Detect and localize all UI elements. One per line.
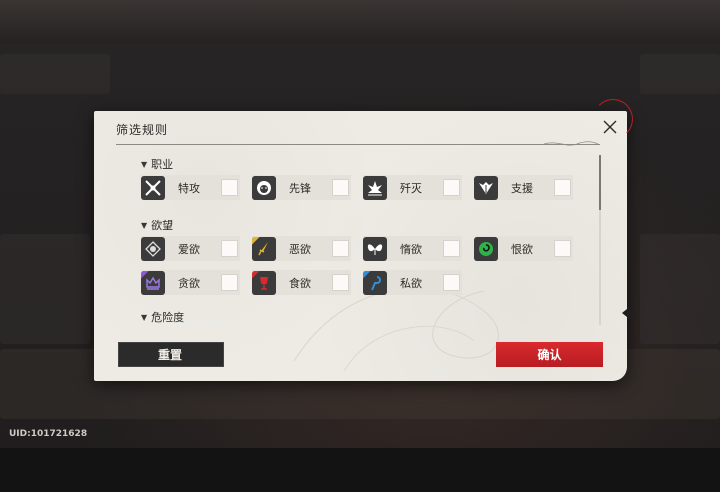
section-heading-profession[interactable]: ▼ 职业 xyxy=(141,156,173,172)
filter-option-eyu[interactable]: 恶欲 xyxy=(252,236,351,261)
background-bottom-bar xyxy=(0,448,720,492)
checkbox[interactable] xyxy=(443,179,460,196)
filter-option-henyu[interactable]: 恨欲 xyxy=(474,236,573,261)
checkbox[interactable] xyxy=(332,240,349,257)
filter-scroll-area[interactable]: ▼ 职业 特攻 先锋 歼灭 支援 ▼ 欲望 爱欲 恶欲 惰欲 恨欲 贪欲 食欲 … xyxy=(134,153,599,323)
checkbox[interactable] xyxy=(332,179,349,196)
checkbox[interactable] xyxy=(221,274,238,291)
spiral-icon xyxy=(474,236,498,261)
filter-option-duoyu[interactable]: 惰欲 xyxy=(363,236,462,261)
close-button[interactable] xyxy=(603,119,617,134)
filter-option-tanyu[interactable]: 贪欲 xyxy=(141,270,240,295)
chevron-down-icon: ▼ xyxy=(141,159,148,169)
goblet-icon xyxy=(252,270,276,295)
filter-option-teigong[interactable]: 特攻 xyxy=(141,175,240,200)
checkbox[interactable] xyxy=(443,274,460,291)
uid-label: UID:101721628 xyxy=(9,429,88,439)
checkbox[interactable] xyxy=(221,240,238,257)
filter-option-zhiyuan[interactable]: 支援 xyxy=(474,175,573,200)
hook-icon xyxy=(363,270,387,295)
crossed-weapons-icon xyxy=(141,175,165,200)
background-tile xyxy=(0,234,90,344)
scrollbar-thumb[interactable] xyxy=(599,155,601,210)
chevron-down-icon: ▼ xyxy=(141,220,148,230)
butterfly-icon xyxy=(363,236,387,261)
dagger-icon xyxy=(252,236,276,261)
filter-dialog: 筛选规则 ▼ 职业 特攻 先锋 歼灭 支援 ▼ 欲望 爱欲 恶欲 惰欲 恨欲 贪… xyxy=(94,99,633,381)
reset-button[interactable]: 重置 xyxy=(118,342,224,367)
close-icon xyxy=(603,120,617,134)
divider-flourish xyxy=(543,141,599,146)
checkbox[interactable] xyxy=(443,240,460,257)
chevron-down-icon: ▼ xyxy=(141,312,148,322)
explosion-icon xyxy=(363,175,387,200)
wings-icon xyxy=(474,175,498,200)
section-heading-danger[interactable]: ▼ 危险度 xyxy=(141,309,184,323)
scrollbar[interactable] xyxy=(599,155,601,325)
checkbox[interactable] xyxy=(332,274,349,291)
title-divider xyxy=(116,144,600,145)
dialog-title: 筛选规则 xyxy=(116,123,169,137)
background-tile xyxy=(640,234,720,344)
background-tile xyxy=(640,54,720,94)
eye-diamond-icon xyxy=(141,236,165,261)
checkbox[interactable] xyxy=(221,179,238,196)
filter-option-siyu[interactable]: 私欲 xyxy=(363,270,462,295)
filter-option-shiyu[interactable]: 食欲 xyxy=(252,270,351,295)
confirm-button[interactable]: 确认 xyxy=(496,342,603,367)
crown-icon xyxy=(141,270,165,295)
background-top-bar xyxy=(0,0,720,44)
filter-option-aiyu[interactable]: 爱欲 xyxy=(141,236,240,261)
filter-option-xianfeng[interactable]: 先锋 xyxy=(252,175,351,200)
filter-option-jianmie[interactable]: 歼灭 xyxy=(363,175,462,200)
section-heading-desire[interactable]: ▼ 欲望 xyxy=(141,217,173,233)
lion-head-icon xyxy=(252,175,276,200)
background-tile xyxy=(0,54,110,94)
checkbox[interactable] xyxy=(554,240,571,257)
checkbox[interactable] xyxy=(554,179,571,196)
